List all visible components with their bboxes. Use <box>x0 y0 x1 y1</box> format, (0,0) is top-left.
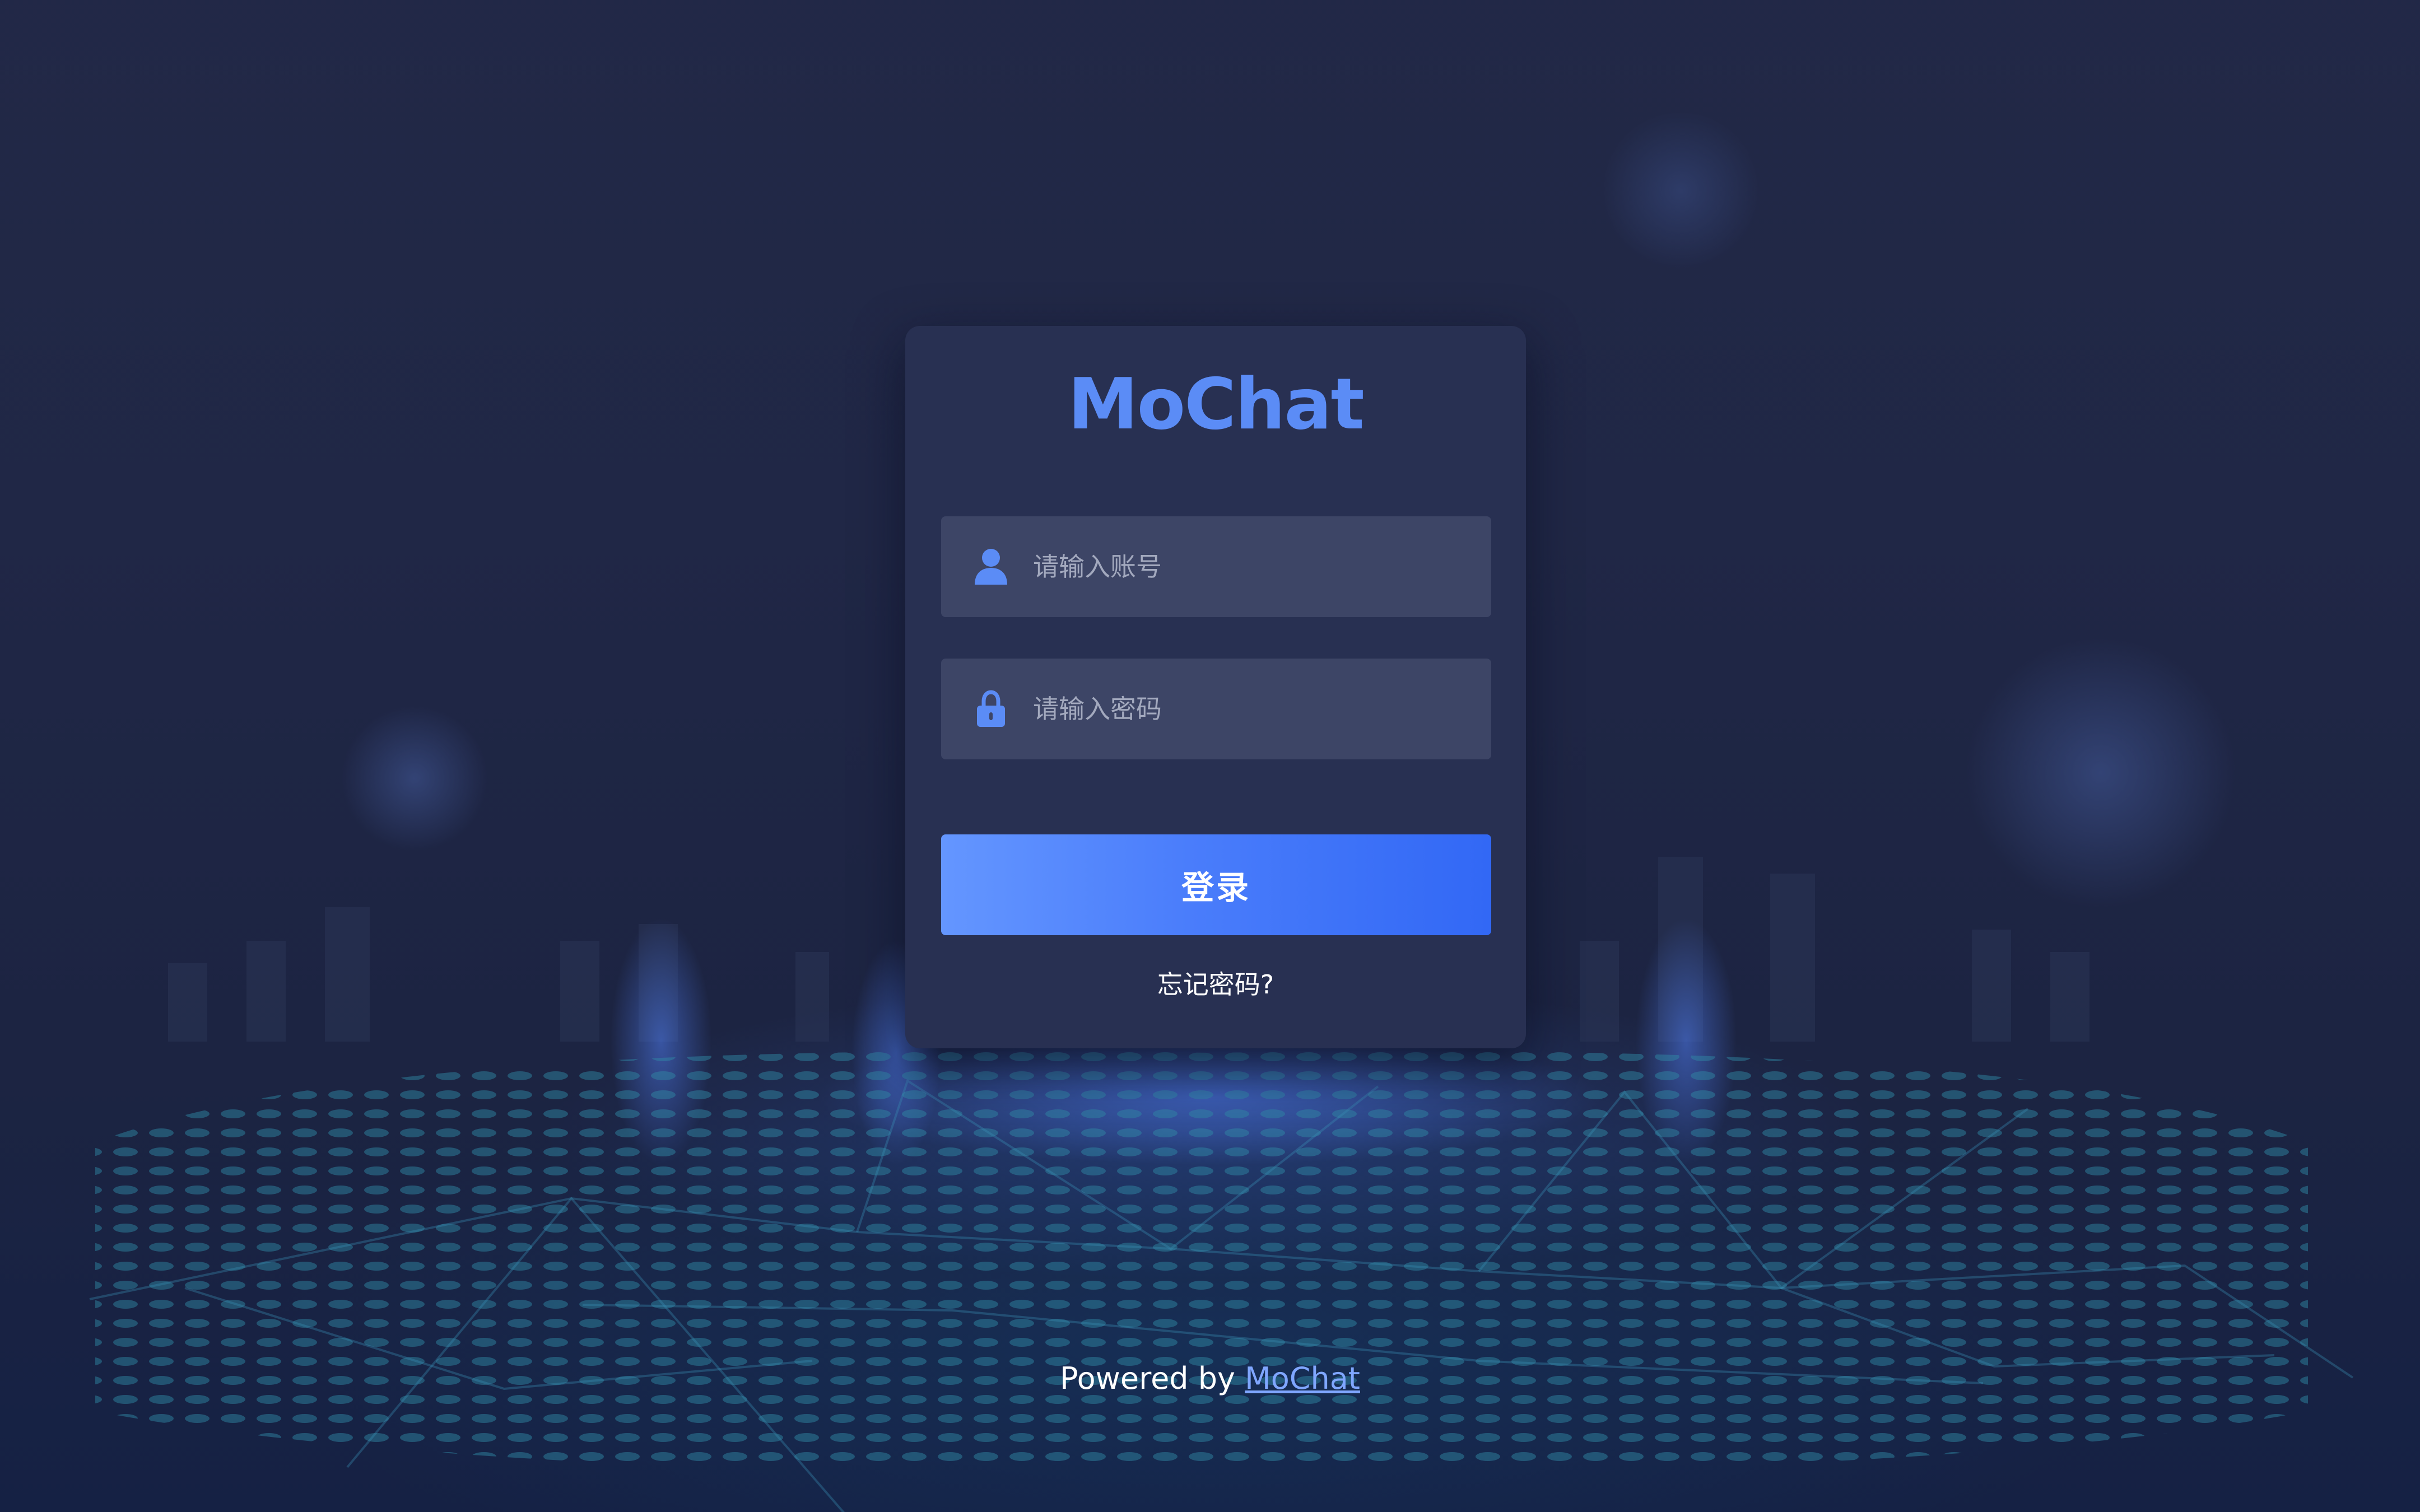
footer: Powered by MoChat <box>0 1361 2420 1396</box>
forgot-password-link[interactable]: 忘记密码? <box>905 964 1526 1001</box>
password-field[interactable] <box>941 659 1491 759</box>
brand-logo: MoChat <box>1068 363 1364 445</box>
lock-icon <box>977 690 1005 727</box>
account-input[interactable] <box>1033 516 1470 617</box>
login-card: MoChat 登录 忘记密码? <box>905 326 1526 1048</box>
account-field[interactable] <box>941 516 1491 617</box>
powered-by-label: Powered by <box>1060 1361 1235 1396</box>
mochat-link[interactable]: MoChat <box>1245 1361 1360 1396</box>
login-page: MoChat 登录 忘记密码? Powered by MoChat <box>0 0 2420 1512</box>
login-button[interactable]: 登录 <box>941 834 1491 935</box>
user-icon <box>975 549 1007 585</box>
password-input[interactable] <box>1033 659 1470 759</box>
